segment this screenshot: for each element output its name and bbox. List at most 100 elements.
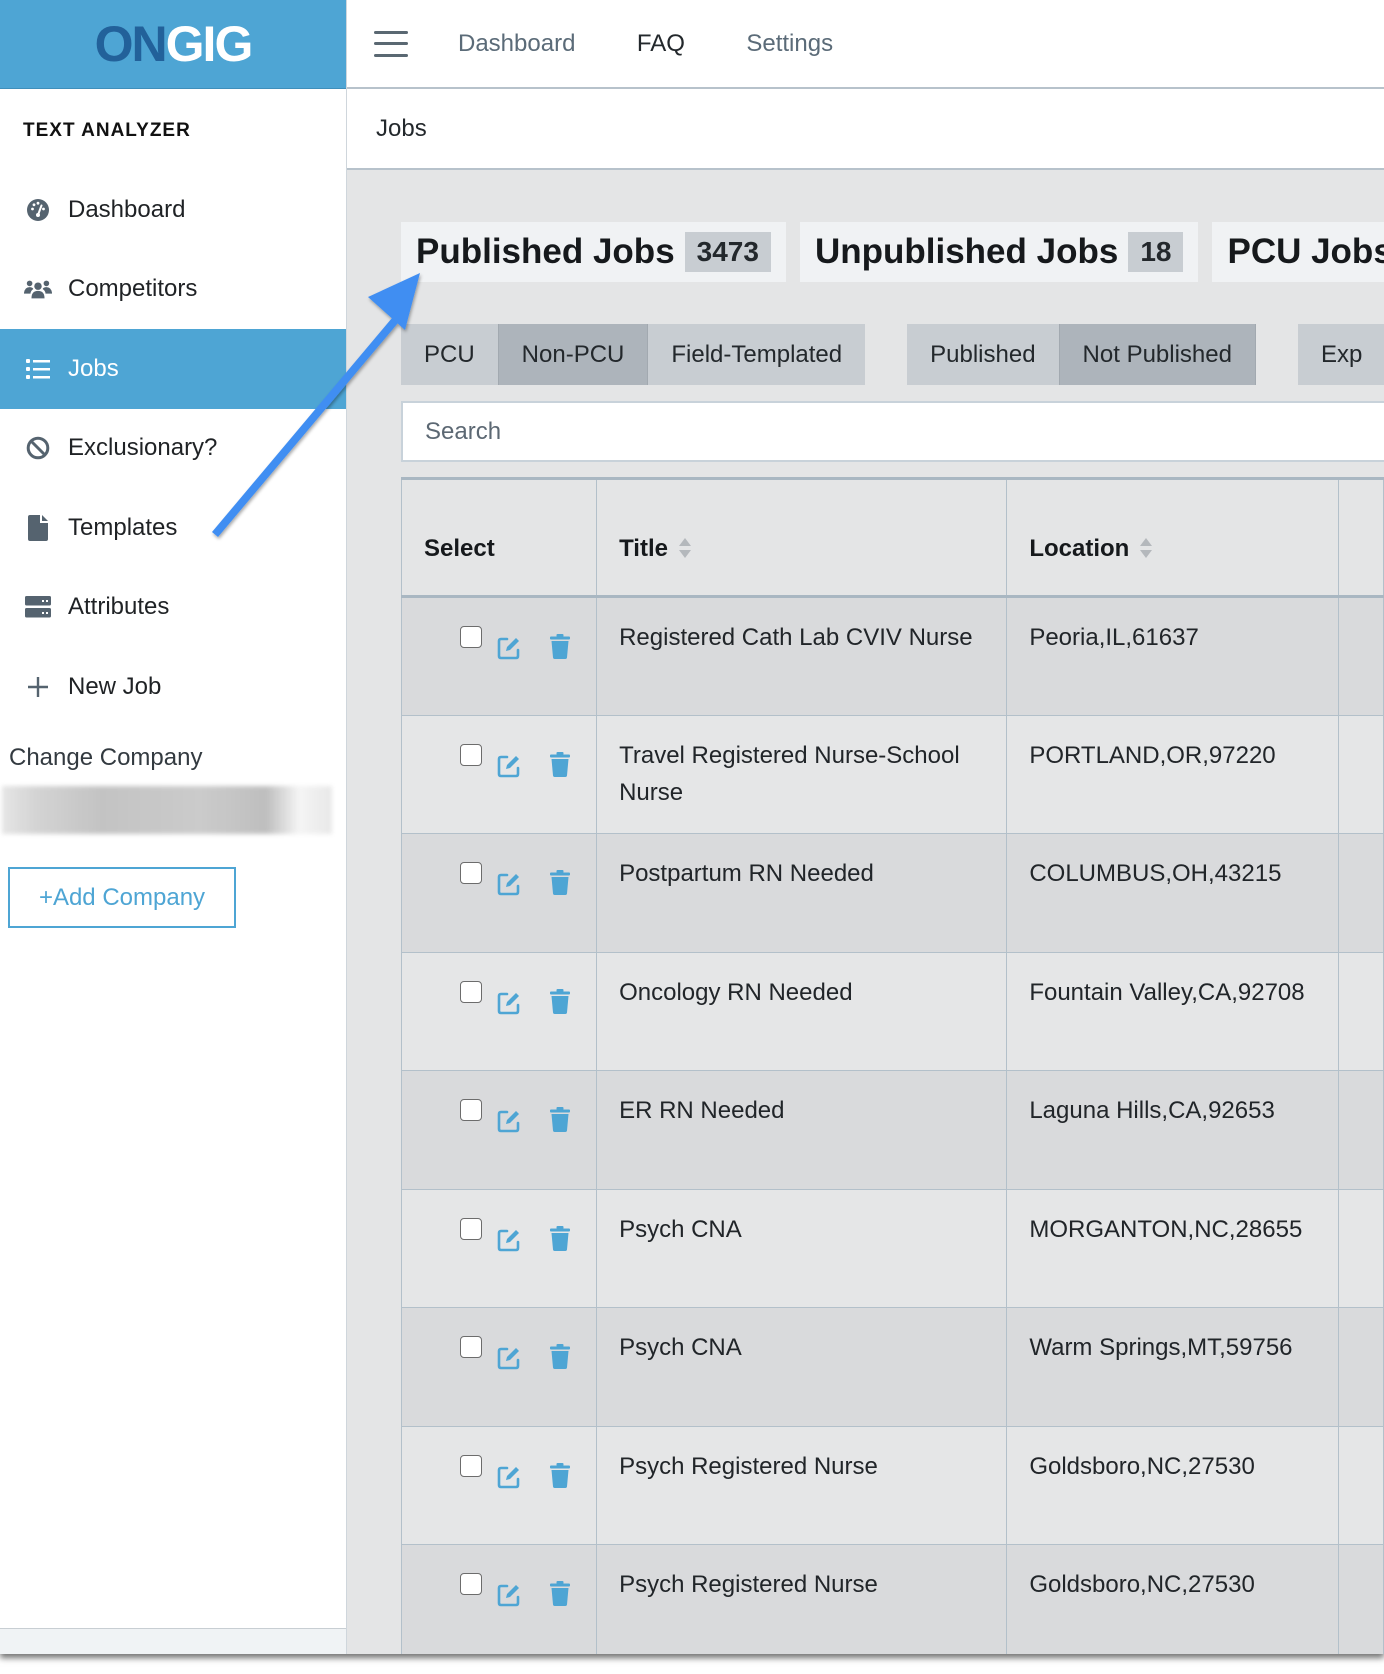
trash-icon[interactable] [550, 1580, 570, 1606]
sidebar-item-jobs[interactable]: Jobs [0, 329, 346, 409]
edit-icon[interactable] [497, 870, 521, 896]
edit-icon[interactable] [497, 989, 521, 1014]
job-location: PORTLAND,OR,97220 [1029, 741, 1276, 769]
extra-cell [1337, 1070, 1384, 1190]
extra-cell [1337, 714, 1384, 834]
title-cell[interactable]: Psych CNA [596, 1188, 1008, 1308]
sidebar-item-dashboard[interactable]: Dashboard [0, 170, 346, 250]
logo-part-on: ON [94, 16, 168, 72]
job-title[interactable]: Travel Registered Nurse-School Nurse [619, 742, 960, 806]
brand-header: ONGIG [0, 0, 346, 89]
job-title[interactable]: Psych Registered Nurse [619, 1453, 878, 1480]
company-select-redacted[interactable] [2, 786, 332, 834]
hamburger-icon[interactable] [374, 30, 408, 57]
title-cell[interactable]: Psych CNA [596, 1307, 1008, 1427]
select-cell [400, 1188, 598, 1308]
job-location: Fountain Valley,CA,92708 [1029, 978, 1305, 1006]
add-company-button[interactable]: +Add Company [8, 867, 236, 928]
edit-icon[interactable] [497, 634, 521, 660]
trash-icon[interactable] [550, 869, 570, 895]
job-title[interactable]: Psych CNA [619, 1216, 742, 1243]
edit-icon[interactable] [497, 1581, 521, 1607]
trash-icon[interactable] [550, 1106, 570, 1132]
search-input[interactable] [401, 401, 1384, 462]
column-label: Title [619, 535, 668, 562]
ongig-logo[interactable]: ONGIG [94, 15, 254, 73]
row-checkbox[interactable] [460, 1217, 482, 1240]
export-button[interactable]: Exp [1297, 324, 1384, 385]
row-checkbox[interactable] [460, 626, 482, 648]
sidebar-item-new-job[interactable]: New Job [0, 647, 346, 727]
filter-published-button[interactable]: Published [907, 324, 1059, 385]
sidebar-item-templates[interactable]: Templates [0, 488, 346, 568]
column-label: Location [1029, 535, 1130, 562]
dashboard-gauge-icon [24, 196, 52, 224]
tab-published-jobs[interactable]: Published Jobs 3473 [401, 222, 786, 282]
sort-icon[interactable] [1139, 537, 1153, 559]
title-cell[interactable]: Registered Cath Lab CVIV Nurse [596, 596, 1008, 716]
column-header-more [1337, 477, 1384, 598]
filter-not-published-button[interactable]: Not Published [1058, 324, 1256, 385]
topnav-dashboard-link[interactable]: Dashboard [458, 30, 575, 57]
row-checkbox[interactable] [460, 1454, 482, 1477]
edit-icon[interactable] [497, 1463, 521, 1488]
topnav-settings-link[interactable]: Settings [746, 30, 833, 57]
plus-icon [24, 673, 52, 701]
row-checkbox[interactable] [460, 980, 482, 1003]
column-header-location[interactable]: Location [1006, 477, 1339, 598]
job-title[interactable]: ER RN Needed [619, 1097, 784, 1124]
edit-icon[interactable] [497, 752, 521, 777]
export-filter-group: Exp [1297, 324, 1384, 385]
tab-unpublished-jobs[interactable]: Unpublished Jobs 18 [799, 222, 1199, 282]
title-cell[interactable]: Psych Registered Nurse [596, 1425, 1008, 1545]
trash-icon[interactable] [550, 988, 570, 1014]
job-title[interactable]: Postpartum RN Needed [619, 860, 874, 887]
location-cell: MORGANTON,NC,28655 [1006, 1188, 1339, 1308]
sidebar-section-title: TEXT ANALYZER [23, 120, 191, 141]
row-checkbox[interactable] [460, 743, 482, 766]
title-cell[interactable]: Oncology RN Needed [596, 951, 1008, 1071]
top-nav: Dashboard FAQ Settings [458, 30, 890, 58]
title-cell[interactable]: Psych Registered Nurse [596, 1544, 1008, 1654]
trash-icon[interactable] [550, 633, 570, 659]
topnav-faq-link[interactable]: FAQ [637, 30, 685, 57]
logo-part-gig: GIG [165, 16, 254, 72]
sidebar-item-label: Attributes [68, 593, 170, 621]
row-checkbox[interactable] [460, 1336, 482, 1358]
row-checkbox[interactable] [460, 1573, 482, 1595]
location-cell: Fountain Valley,CA,92708 [1006, 951, 1339, 1071]
sidebar-item-attributes[interactable]: Attributes [0, 568, 346, 648]
location-cell: Goldsboro,NC,27530 [1006, 1544, 1339, 1654]
row-checkbox[interactable] [460, 862, 482, 884]
trash-icon[interactable] [550, 1225, 570, 1251]
job-title[interactable]: Registered Cath Lab CVIV Nurse [619, 624, 973, 651]
job-title[interactable]: Psych Registered Nurse [619, 1571, 878, 1598]
title-cell[interactable]: ER RN Needed [596, 1070, 1008, 1190]
filter-field-templated-button[interactable]: Field-Templated [648, 324, 866, 385]
title-cell[interactable]: Postpartum RN Needed [596, 833, 1008, 953]
trash-icon[interactable] [550, 1462, 570, 1488]
tab-pcu-jobs[interactable]: PCU Jobs [1212, 222, 1384, 282]
edit-icon[interactable] [497, 1344, 521, 1370]
edit-icon[interactable] [497, 1107, 521, 1133]
filter-non-pcu-button[interactable]: Non-PCU [497, 324, 649, 385]
sidebar-nav: Dashboard Competitors Jobs Exclusionary? [0, 170, 346, 727]
job-location: Goldsboro,NC,27530 [1029, 1452, 1255, 1480]
sidebar-item-competitors[interactable]: Competitors [0, 250, 346, 330]
filter-pcu-button[interactable]: PCU [401, 324, 498, 385]
table-row: Oncology RN Needed Fountain Valley,CA,927… [400, 951, 1384, 1071]
table-row: Psych CNA Warm Springs,MT,59756 [400, 1307, 1384, 1427]
sort-icon[interactable] [678, 537, 692, 559]
edit-icon[interactable] [497, 1226, 521, 1251]
job-title[interactable]: Psych CNA [619, 1334, 742, 1361]
extra-cell [1337, 1307, 1384, 1427]
sidebar-item-exclusionary[interactable]: Exclusionary? [0, 409, 346, 489]
top-header: Dashboard FAQ Settings [347, 0, 1384, 89]
column-header-title[interactable]: Title [596, 477, 1008, 598]
trash-icon[interactable] [550, 1343, 570, 1369]
title-cell[interactable]: Travel Registered Nurse-School Nurse [596, 714, 1008, 834]
job-title[interactable]: Oncology RN Needed [619, 979, 852, 1006]
row-checkbox[interactable] [460, 1099, 482, 1121]
trash-icon[interactable] [550, 751, 570, 777]
extra-cell [1337, 596, 1384, 716]
